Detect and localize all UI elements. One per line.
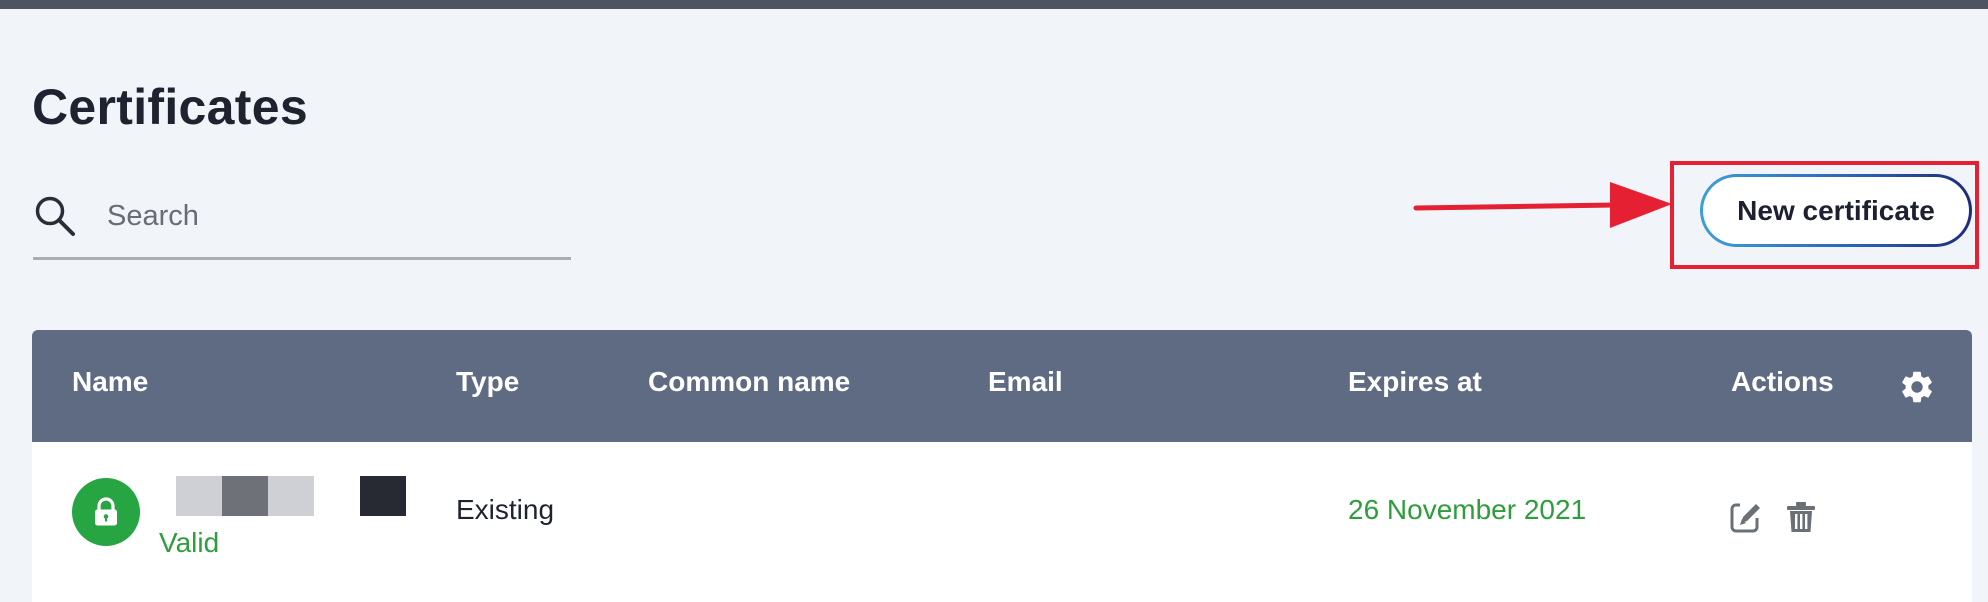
column-header-common-name[interactable]: Common name: [648, 366, 850, 398]
page-title: Certificates: [32, 79, 308, 135]
column-header-type[interactable]: Type: [456, 366, 519, 398]
redacted-name-block: [360, 476, 406, 516]
search-input[interactable]: [107, 190, 547, 242]
redacted-name-block: [176, 476, 222, 516]
new-certificate-button[interactable]: New certificate: [1700, 174, 1972, 247]
cell-type: Existing: [456, 494, 555, 525]
annotation-arrow: [1413, 182, 1672, 228]
table-row[interactable]: Valid Existing 26 November 2021: [32, 442, 1972, 602]
gear-icon[interactable]: [1898, 368, 1936, 406]
column-header-actions: Actions: [1731, 366, 1834, 397]
search-icon: [35, 196, 75, 236]
status-badge: [72, 478, 140, 546]
top-bar: [0, 0, 1988, 9]
redacted-name-block: [222, 476, 268, 516]
status-text: Valid: [159, 527, 220, 558]
edit-icon[interactable]: [1729, 500, 1763, 534]
table-header: Name Type Common name Email Expires at A…: [32, 330, 1972, 442]
column-header-name[interactable]: Name: [72, 366, 148, 398]
column-header-email[interactable]: Email: [988, 366, 1063, 398]
lock-icon: [95, 497, 117, 526]
certificates-table: Name Type Common name Email Expires at A…: [32, 330, 1972, 602]
cell-expires-at: 26 November 2021: [1348, 494, 1587, 525]
column-header-expires-at[interactable]: Expires at: [1348, 366, 1482, 398]
redacted-name-block: [268, 476, 314, 516]
trash-icon[interactable]: [1784, 500, 1818, 534]
search-box: [33, 184, 571, 260]
